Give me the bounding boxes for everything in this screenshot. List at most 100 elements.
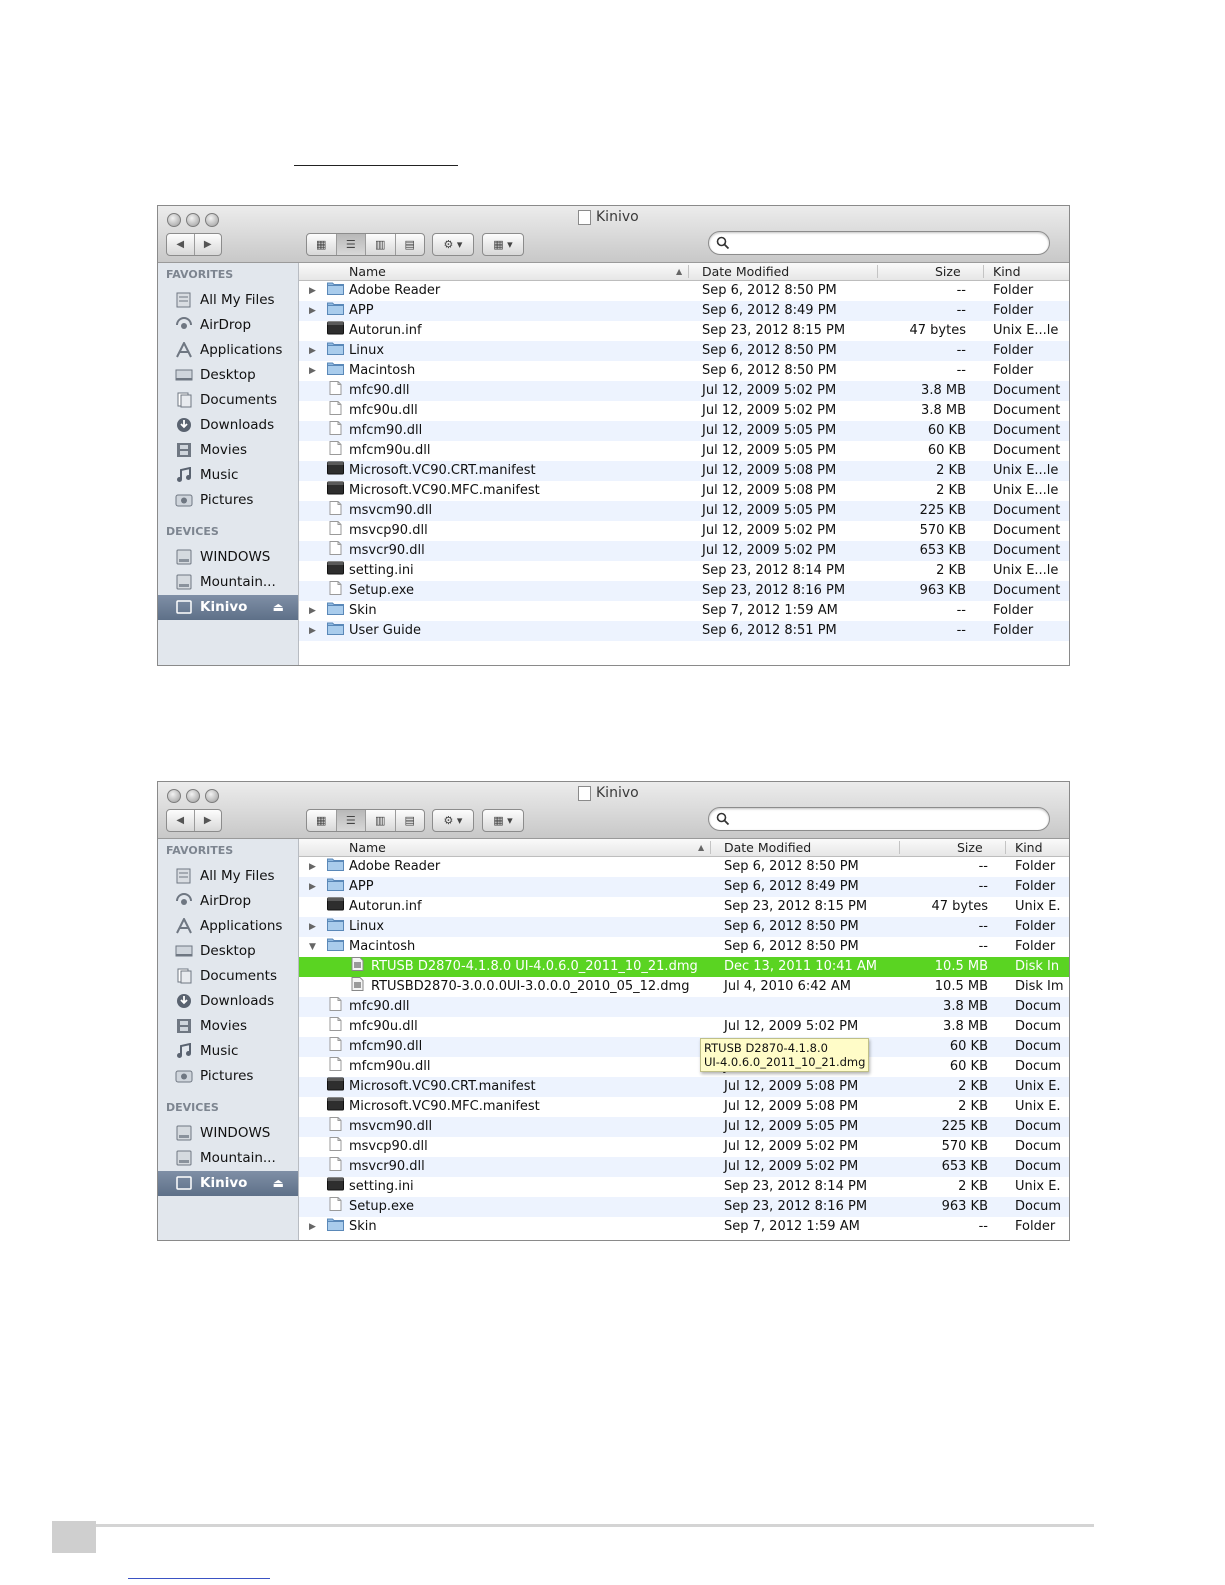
- sidebar-device-kinivo[interactable]: Kinivo ⏏: [158, 595, 298, 620]
- file-row[interactable]: ▶ APP Sep 6, 2012 8:49 PM -- Folder: [299, 877, 1069, 897]
- file-row[interactable]: ▶ Skin Sep 7, 2012 1:59 AM -- Folder: [299, 1217, 1069, 1237]
- size-column-header[interactable]: Size: [935, 263, 961, 280]
- zoom-button[interactable]: [205, 789, 219, 803]
- sidebar-device-windows[interactable]: WINDOWS: [158, 545, 298, 570]
- sidebar-item-all-my-files[interactable]: All My Files: [158, 864, 298, 889]
- file-row[interactable]: msvcm90.dll Jul 12, 2009 5:05 PM 225 KB …: [299, 1117, 1069, 1137]
- forward-button[interactable]: ▶: [195, 810, 222, 831]
- file-row[interactable]: msvcp90.dll Jul 12, 2009 5:02 PM 570 KB …: [299, 1137, 1069, 1157]
- sidebar-item-documents[interactable]: Documents: [158, 388, 298, 413]
- sidebar-device-mountain[interactable]: Mountain...: [158, 570, 298, 595]
- sidebar-item-music[interactable]: Music: [158, 463, 298, 488]
- file-row[interactable]: ▼ Macintosh Sep 6, 2012 8:50 PM -- Folde…: [299, 937, 1069, 957]
- disclosure-triangle-icon[interactable]: ▶: [309, 281, 316, 301]
- kind-column-header[interactable]: Kind: [1015, 839, 1043, 856]
- date-column-header[interactable]: Date Modified: [702, 263, 789, 280]
- arrange-menu-button[interactable]: ▦ ▾: [482, 809, 524, 832]
- sidebar-item-applications[interactable]: Applications: [158, 338, 298, 363]
- coverflow-view-button[interactable]: ▤: [396, 810, 425, 831]
- file-row[interactable]: msvcr90.dll Jul 12, 2009 5:02 PM 653 KB …: [299, 541, 1069, 561]
- sidebar-device-windows[interactable]: WINDOWS: [158, 1121, 298, 1146]
- name-column-header[interactable]: Name: [349, 839, 386, 856]
- file-row[interactable]: Microsoft.VC90.MFC.manifest Jul 12, 2009…: [299, 481, 1069, 501]
- file-row[interactable]: ▶ Macintosh Sep 6, 2012 8:50 PM -- Folde…: [299, 361, 1069, 381]
- disclosure-triangle-icon[interactable]: ▶: [309, 341, 316, 361]
- icon-view-button[interactable]: ▦: [307, 234, 337, 255]
- kind-column-header[interactable]: Kind: [993, 263, 1021, 280]
- minimize-button[interactable]: [186, 789, 200, 803]
- list-view-button[interactable]: ☰: [336, 234, 366, 255]
- disclosure-triangle-icon[interactable]: ▶: [309, 601, 316, 621]
- coverflow-view-button[interactable]: ▤: [396, 234, 425, 255]
- file-row[interactable]: setting.ini Sep 23, 2012 8:14 PM 2 KB Un…: [299, 561, 1069, 581]
- file-row[interactable]: Autorun.inf Sep 23, 2012 8:15 PM 47 byte…: [299, 897, 1069, 917]
- file-row[interactable]: Microsoft.VC90.CRT.manifest Jul 12, 2009…: [299, 461, 1069, 481]
- action-menu-button[interactable]: ⚙ ▾: [432, 809, 474, 832]
- sidebar-item-downloads[interactable]: Downloads: [158, 413, 298, 438]
- file-row[interactable]: mfc90.dll Jul 12, 2009 5:02 PM 3.8 MB Do…: [299, 381, 1069, 401]
- file-row[interactable]: setting.ini Sep 23, 2012 8:14 PM 2 KB Un…: [299, 1177, 1069, 1197]
- forward-button[interactable]: ▶: [195, 234, 222, 255]
- disclosure-triangle-icon[interactable]: ▶: [309, 621, 316, 641]
- file-row[interactable]: mfc90u.dll Jul 12, 2009 5:02 PM 3.8 MB D…: [299, 401, 1069, 421]
- file-row[interactable]: ▶ APP Sep 6, 2012 8:49 PM -- Folder: [299, 301, 1069, 321]
- sidebar-item-all-my-files[interactable]: All My Files: [158, 288, 298, 313]
- sidebar-item-applications[interactable]: Applications: [158, 914, 298, 939]
- disclosure-triangle-icon[interactable]: ▶: [309, 361, 316, 381]
- column-view-button[interactable]: ▥: [366, 234, 396, 255]
- back-button[interactable]: ◀: [167, 234, 195, 255]
- file-row[interactable]: ▶ Adobe Reader Sep 6, 2012 8:50 PM -- Fo…: [299, 857, 1069, 877]
- file-row[interactable]: Setup.exe Sep 23, 2012 8:16 PM 963 KB Do…: [299, 581, 1069, 601]
- sidebar-item-pictures[interactable]: Pictures: [158, 1064, 298, 1089]
- disclosure-triangle-icon[interactable]: ▶: [309, 1217, 316, 1237]
- date-column-header[interactable]: Date Modified: [724, 839, 811, 856]
- file-row[interactable]: ▶ Adobe Reader Sep 6, 2012 8:50 PM -- Fo…: [299, 281, 1069, 301]
- close-button[interactable]: [167, 789, 181, 803]
- disclosure-triangle-icon[interactable]: ▶: [309, 917, 316, 937]
- file-row[interactable]: msvcp90.dll Jul 12, 2009 5:02 PM 570 KB …: [299, 521, 1069, 541]
- disclosure-triangle-icon[interactable]: ▶: [309, 857, 316, 877]
- file-row[interactable]: Autorun.inf Sep 23, 2012 8:15 PM 47 byte…: [299, 321, 1069, 341]
- sidebar-item-desktop[interactable]: Desktop: [158, 363, 298, 388]
- close-button[interactable]: [167, 213, 181, 227]
- search-field[interactable]: [708, 807, 1050, 831]
- file-row[interactable]: ▶ Linux Sep 6, 2012 8:50 PM -- Folder: [299, 917, 1069, 937]
- sidebar-item-movies[interactable]: Movies: [158, 438, 298, 463]
- eject-icon[interactable]: ⏏: [273, 595, 284, 620]
- sidebar-device-kinivo[interactable]: Kinivo ⏏: [158, 1171, 298, 1196]
- size-column-header[interactable]: Size: [957, 839, 983, 856]
- file-row[interactable]: RTUSBD2870-3.0.0.0UI-3.0.0.0_2010_05_12.…: [299, 977, 1069, 997]
- file-row[interactable]: msvcr90.dll Jul 12, 2009 5:02 PM 653 KB …: [299, 1157, 1069, 1177]
- back-button[interactable]: ◀: [167, 810, 195, 831]
- sidebar-item-documents[interactable]: Documents: [158, 964, 298, 989]
- disclosure-triangle-icon[interactable]: ▶: [309, 877, 316, 897]
- sidebar-item-airdrop[interactable]: AirDrop: [158, 313, 298, 338]
- sidebar-item-downloads[interactable]: Downloads: [158, 989, 298, 1014]
- list-view-button[interactable]: ☰: [336, 810, 366, 831]
- minimize-button[interactable]: [186, 213, 200, 227]
- file-row[interactable]: mfc90u.dll Jul 12, 2009 5:02 PM 3.8 MB D…: [299, 1017, 1069, 1037]
- file-row[interactable]: ▶ Skin Sep 7, 2012 1:59 AM -- Folder: [299, 601, 1069, 621]
- eject-icon[interactable]: ⏏: [273, 1171, 284, 1196]
- sidebar-item-desktop[interactable]: Desktop: [158, 939, 298, 964]
- file-row[interactable]: Setup.exe Sep 23, 2012 8:16 PM 963 KB Do…: [299, 1197, 1069, 1217]
- sidebar-item-movies[interactable]: Movies: [158, 1014, 298, 1039]
- file-row[interactable]: Microsoft.VC90.CRT.manifest Jul 12, 2009…: [299, 1077, 1069, 1097]
- file-row[interactable]: RTUSB D2870-4.1.8.0 UI-4.0.6.0_2011_10_2…: [299, 957, 1069, 977]
- sidebar-item-airdrop[interactable]: AirDrop: [158, 889, 298, 914]
- action-menu-button[interactable]: ⚙ ▾: [432, 233, 474, 256]
- file-row[interactable]: ▶ User Guide Sep 6, 2012 8:51 PM -- Fold…: [299, 621, 1069, 641]
- disclosure-expanded-icon[interactable]: ▼: [309, 937, 316, 957]
- file-row[interactable]: mfc90.dll 3.8 MB Docum: [299, 997, 1069, 1017]
- name-column-header[interactable]: Name: [349, 263, 386, 280]
- icon-view-button[interactable]: ▦: [307, 810, 337, 831]
- file-row[interactable]: mfcm90u.dll Jul 12, 2009 5:05 PM 60 KB D…: [299, 441, 1069, 461]
- arrange-menu-button[interactable]: ▦ ▾: [482, 233, 524, 256]
- zoom-button[interactable]: [205, 213, 219, 227]
- column-view-button[interactable]: ▥: [366, 810, 396, 831]
- sidebar-item-music[interactable]: Music: [158, 1039, 298, 1064]
- file-row[interactable]: Microsoft.VC90.MFC.manifest Jul 12, 2009…: [299, 1097, 1069, 1117]
- sidebar-device-mountain[interactable]: Mountain...: [158, 1146, 298, 1171]
- file-row[interactable]: mfcm90u.dll Jul 12, 2009 5:05 PM 60 KB D…: [299, 1057, 1069, 1077]
- file-row[interactable]: mfcm90.dll Jul 12, 2009 5:05 PM 60 KB Do…: [299, 421, 1069, 441]
